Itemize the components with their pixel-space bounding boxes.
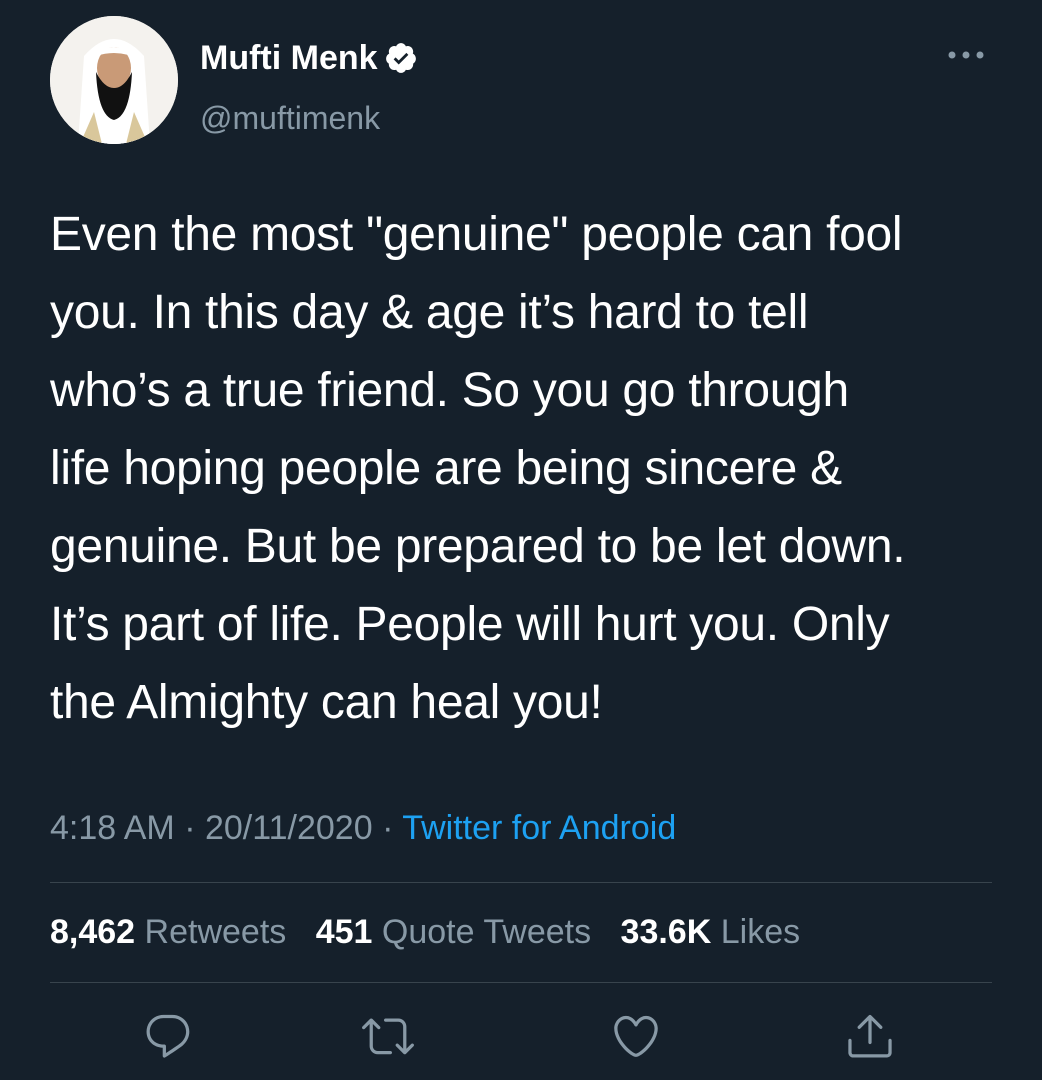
share-icon[interactable] bbox=[844, 1010, 896, 1062]
tweet-source-link[interactable]: Twitter for Android bbox=[402, 809, 676, 847]
quote-tweets-stat[interactable]: 451 Quote Tweets bbox=[316, 913, 591, 951]
likes-label: Likes bbox=[720, 913, 801, 951]
tweet-time[interactable]: 4:18 AM bbox=[50, 809, 175, 847]
divider bbox=[50, 982, 992, 983]
likes-stat[interactable]: 33.6K Likes bbox=[621, 913, 801, 951]
quote-tweets-label: Quote Tweets bbox=[381, 913, 592, 951]
verified-badge-icon bbox=[384, 41, 418, 75]
display-name[interactable]: Mufti Menk bbox=[200, 36, 378, 80]
tweet-actions bbox=[0, 1010, 1042, 1070]
tweet-meta: 4:18 AM · 20/11/2020 · Twitter for Andro… bbox=[50, 806, 676, 850]
avatar[interactable] bbox=[50, 16, 178, 144]
more-options-icon[interactable] bbox=[946, 42, 986, 68]
tweet-stats: 8,462 Retweets 451 Quote Tweets 33.6K Li… bbox=[50, 910, 820, 954]
user-handle[interactable]: @muftimenk bbox=[200, 96, 380, 140]
retweet-icon[interactable] bbox=[362, 1010, 414, 1062]
likes-count: 33.6K bbox=[620, 913, 712, 951]
meta-separator: · bbox=[174, 809, 205, 847]
tweet-header: Mufti Menk @muftimenk bbox=[50, 16, 992, 146]
retweets-count: 8,462 bbox=[50, 913, 136, 951]
retweets-label: Retweets bbox=[144, 913, 287, 951]
tweet-date[interactable]: 20/11/2020 bbox=[205, 809, 373, 847]
divider bbox=[50, 882, 992, 883]
reply-icon[interactable] bbox=[142, 1010, 194, 1062]
tweet-text: Even the most "genuine" people can fool … bbox=[50, 208, 906, 729]
avatar-image bbox=[50, 16, 178, 144]
meta-separator: · bbox=[372, 809, 403, 847]
like-icon[interactable] bbox=[610, 1010, 662, 1062]
retweets-stat[interactable]: 8,462 Retweets bbox=[50, 913, 286, 951]
quote-tweets-count: 451 bbox=[315, 913, 373, 951]
display-name-row[interactable]: Mufti Menk bbox=[200, 36, 418, 80]
